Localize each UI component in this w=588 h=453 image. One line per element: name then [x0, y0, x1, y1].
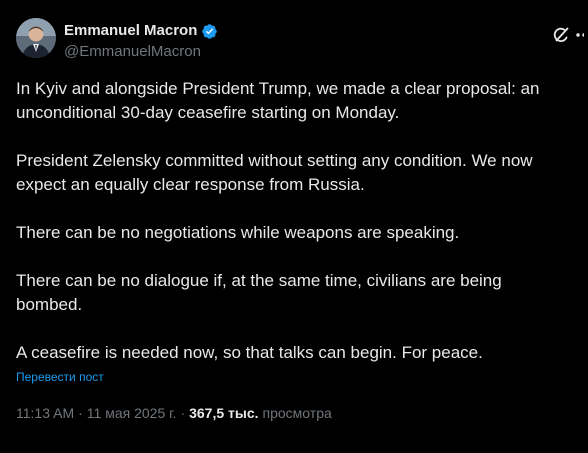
verified-badge-icon[interactable] [201, 23, 218, 40]
views-label: просмотра [262, 405, 332, 421]
tweet-paragraph: A ceasefire is needed now, so that talks… [16, 343, 483, 362]
views-count: 367,5 тыс. [189, 405, 259, 421]
tweet-paragraph: There can be no negotiations while weapo… [16, 223, 460, 242]
avatar-image [16, 18, 56, 58]
meta-separator: · [180, 405, 186, 421]
author-identity: Emmanuel Macron @EmmanuelMacron [64, 18, 218, 62]
handle[interactable]: @EmmanuelMacron [64, 42, 218, 62]
post-date[interactable]: 11 мая 2025 г. [87, 404, 177, 422]
tweet-header: Emmanuel Macron @EmmanuelMacron [16, 18, 572, 62]
tweet-metadata: 11:13 AM · 11 мая 2025 г. · 367,5 тыс. п… [16, 404, 332, 422]
tweet-body: In Kyiv and alongside President Trump, w… [16, 77, 572, 386]
grok-icon [553, 27, 569, 42]
translate-post-link[interactable]: Перевести пост [16, 369, 104, 385]
tweet-paragraph: There can be no dialogue if, at the same… [16, 271, 502, 314]
more-icon [576, 33, 584, 37]
display-name[interactable]: Emmanuel Macron [64, 22, 197, 40]
tweet-paragraph: President Zelensky committed without set… [16, 151, 533, 194]
tweet-paragraph: In Kyiv and alongside President Trump, w… [16, 79, 540, 122]
grok-button[interactable] [548, 22, 574, 48]
more-button[interactable] [576, 22, 588, 48]
post-time[interactable]: 11:13 AM [16, 404, 74, 422]
avatar[interactable] [16, 18, 56, 58]
tweet: Emmanuel Macron @EmmanuelMacron In Kyiv … [0, 0, 588, 453]
name-row: Emmanuel Macron [64, 22, 218, 40]
meta-separator: · [78, 405, 83, 421]
